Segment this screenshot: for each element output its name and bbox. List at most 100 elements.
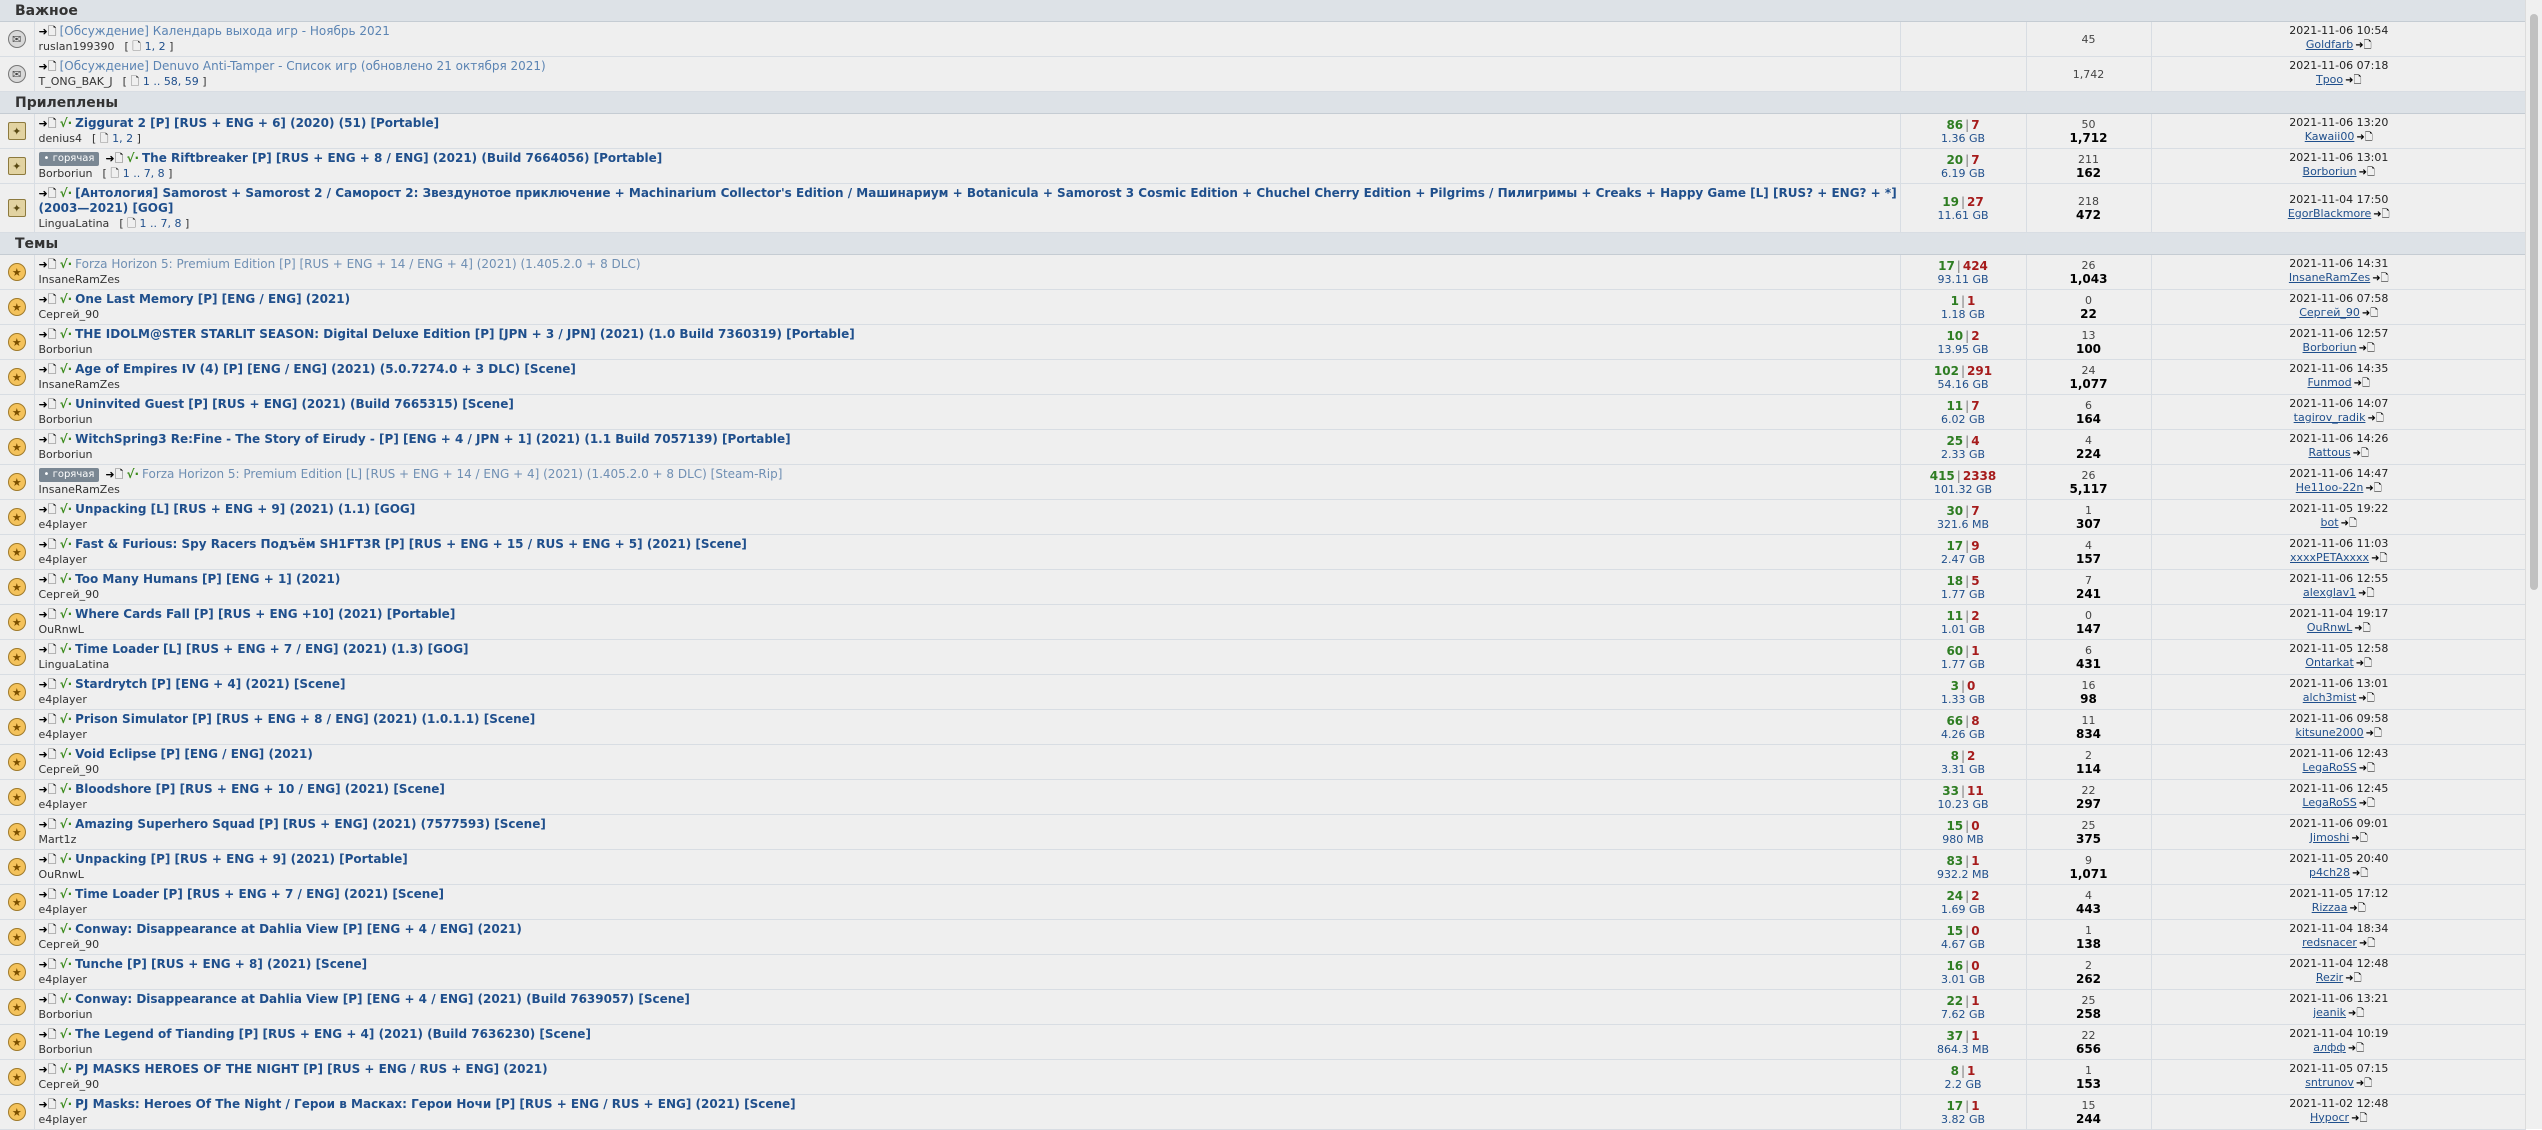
- topic-author[interactable]: InsaneRamZes: [39, 378, 120, 391]
- torrent-size[interactable]: 1.33 GB: [1901, 693, 2026, 706]
- torrent-size[interactable]: 4.26 GB: [1901, 728, 2026, 741]
- last-post-user-link[interactable]: InsaneRamZes: [2289, 271, 2370, 284]
- last-post-user-link[interactable]: Hypocr: [2310, 1111, 2349, 1124]
- last-post-user-link[interactable]: p4ch28: [2309, 866, 2350, 879]
- topic-title-link[interactable]: [Обсуждение] Denuvo Anti-Tamper - Список…: [60, 59, 546, 73]
- download-torrent-icon[interactable]: ➜🗋: [39, 573, 57, 586]
- topic-title-link[interactable]: Prison Simulator [P] [RUS + ENG + 8 / EN…: [75, 712, 535, 726]
- torrent-size[interactable]: 10.23 GB: [1901, 798, 2026, 811]
- topic-author[interactable]: Borboriun: [39, 448, 93, 461]
- torrent-size[interactable]: 3.31 GB: [1901, 763, 2026, 776]
- topic-author[interactable]: Borboriun: [39, 1008, 93, 1021]
- torrent-size[interactable]: 93.11 GB: [1901, 273, 2026, 286]
- topic-author[interactable]: e4player: [39, 728, 87, 741]
- topic-author[interactable]: Сергей_90: [39, 308, 100, 321]
- goto-last-post-icon[interactable]: ➜🗋: [2359, 938, 2375, 949]
- last-post-user-link[interactable]: Goldfarb: [2306, 38, 2353, 51]
- topic-author[interactable]: Borboriun: [39, 167, 93, 180]
- vertical-scrollbar[interactable]: [2525, 0, 2542, 1129]
- topic-pages-links[interactable]: 1 .. 7, 8: [139, 217, 181, 230]
- torrent-size[interactable]: 6.02 GB: [1901, 413, 2026, 426]
- goto-last-post-icon[interactable]: ➜🗋: [2366, 728, 2382, 739]
- download-torrent-icon[interactable]: ➜🗋: [39, 783, 57, 796]
- topic-title-link[interactable]: Tunche [P] [RUS + ENG + 8] (2021) [Scene…: [75, 957, 367, 971]
- topic-author[interactable]: Сергей_90: [39, 1078, 100, 1091]
- download-torrent-icon[interactable]: ➜🗋: [39, 678, 57, 691]
- goto-last-post-icon[interactable]: ➜🗋: [2353, 448, 2369, 459]
- topic-title-link[interactable]: WitchSpring3 Re:Fine - The Story of Eiru…: [75, 432, 791, 446]
- last-post-user-link[interactable]: Kawaii00: [2305, 130, 2355, 143]
- download-torrent-icon[interactable]: ➜🗋: [39, 853, 57, 866]
- topic-title-link[interactable]: Age of Empires IV (4) [P] [ENG / ENG] (2…: [75, 362, 576, 376]
- download-torrent-icon[interactable]: ➜🗋: [39, 25, 57, 38]
- topic-title-link[interactable]: Where Cards Fall [P] [RUS + ENG +10] (20…: [75, 607, 455, 621]
- topic-title-link[interactable]: The Riftbreaker [P] [RUS + ENG + 8 / ENG…: [142, 151, 662, 165]
- download-torrent-icon[interactable]: ➜🗋: [39, 923, 57, 936]
- download-torrent-icon[interactable]: ➜🗋: [39, 538, 57, 551]
- topic-author[interactable]: InsaneRamZes: [39, 273, 120, 286]
- last-post-user-link[interactable]: Rizzaa: [2312, 901, 2348, 914]
- topic-title-link[interactable]: THE IDOLM@STER STARLIT SEASON: Digital D…: [75, 327, 855, 341]
- torrent-size[interactable]: 2.33 GB: [1901, 448, 2026, 461]
- goto-last-post-icon[interactable]: ➜🗋: [2348, 1008, 2364, 1019]
- topic-title-link[interactable]: [Антология] Samorost + Samorost 2 / Само…: [39, 186, 1897, 215]
- download-torrent-icon[interactable]: ➜🗋: [39, 1098, 57, 1111]
- goto-last-post-icon[interactable]: ➜🗋: [2354, 378, 2370, 389]
- topic-title-link[interactable]: Time Loader [P] [RUS + ENG + 7 / ENG] (2…: [75, 887, 444, 901]
- last-post-user-link[interactable]: LegaRoSS: [2302, 796, 2356, 809]
- goto-last-post-icon[interactable]: ➜🗋: [2371, 553, 2387, 564]
- topic-title-link[interactable]: Ziggurat 2 [P] [RUS + ENG + 6] (2020) (5…: [75, 116, 439, 130]
- torrent-size[interactable]: 1.18 GB: [1901, 308, 2026, 321]
- torrent-size[interactable]: 54.16 GB: [1901, 378, 2026, 391]
- last-post-user-link[interactable]: He11oo-22n: [2296, 481, 2364, 494]
- last-post-user-link[interactable]: alexglav1: [2303, 586, 2356, 599]
- topic-author[interactable]: denius4: [39, 132, 82, 145]
- last-post-user-link[interactable]: redsnacer: [2302, 936, 2357, 949]
- goto-last-post-icon[interactable]: ➜🗋: [2365, 483, 2381, 494]
- topic-title-link[interactable]: Bloodshore [P] [RUS + ENG + 10 / ENG] (2…: [75, 782, 445, 796]
- torrent-size[interactable]: 1.36 GB: [1901, 132, 2026, 145]
- topic-author[interactable]: Mart1z: [39, 833, 77, 846]
- download-torrent-icon[interactable]: ➜🗋: [39, 608, 57, 621]
- topic-author[interactable]: Borboriun: [39, 413, 93, 426]
- goto-last-post-icon[interactable]: ➜🗋: [2352, 868, 2368, 879]
- download-torrent-icon[interactable]: ➜🗋: [39, 713, 57, 726]
- goto-last-post-icon[interactable]: ➜🗋: [2341, 518, 2357, 529]
- download-torrent-icon[interactable]: ➜🗋: [105, 468, 123, 481]
- goto-last-post-icon[interactable]: ➜🗋: [2367, 413, 2383, 424]
- goto-last-post-icon[interactable]: ➜🗋: [2358, 588, 2374, 599]
- torrent-size[interactable]: 101.32 GB: [1901, 483, 2026, 496]
- topic-author[interactable]: OuRnwL: [39, 868, 84, 881]
- topic-pages-links[interactable]: 1, 2: [112, 132, 133, 145]
- download-torrent-icon[interactable]: ➜🗋: [105, 152, 123, 165]
- download-torrent-icon[interactable]: ➜🗋: [39, 643, 57, 656]
- last-post-user-link[interactable]: Borboriun: [2303, 165, 2357, 178]
- topic-title-link[interactable]: Unpacking [L] [RUS + ENG + 9] (2021) (1.…: [75, 502, 415, 516]
- topic-author[interactable]: e4player: [39, 553, 87, 566]
- goto-last-post-icon[interactable]: ➜🗋: [2356, 132, 2372, 143]
- last-post-user-link[interactable]: Funmod: [2308, 376, 2352, 389]
- last-post-user-link[interactable]: OuRnwL: [2307, 621, 2352, 634]
- torrent-size[interactable]: 1.01 GB: [1901, 623, 2026, 636]
- download-torrent-icon[interactable]: ➜🗋: [39, 993, 57, 1006]
- download-torrent-icon[interactable]: ➜🗋: [39, 328, 57, 341]
- download-torrent-icon[interactable]: ➜🗋: [39, 293, 57, 306]
- last-post-user-link[interactable]: LegaRoSS: [2302, 761, 2356, 774]
- goto-last-post-icon[interactable]: ➜🗋: [2355, 40, 2371, 51]
- goto-last-post-icon[interactable]: ➜🗋: [2359, 798, 2375, 809]
- download-torrent-icon[interactable]: ➜🗋: [39, 1063, 57, 1076]
- goto-last-post-icon[interactable]: ➜🗋: [2354, 623, 2370, 634]
- goto-last-post-icon[interactable]: ➜🗋: [2345, 973, 2361, 984]
- topic-title-link[interactable]: Stardrytch [P] [ENG + 4] (2021) [Scene]: [75, 677, 345, 691]
- last-post-user-link[interactable]: Rezir: [2316, 971, 2343, 984]
- topic-author[interactable]: Сергей_90: [39, 938, 100, 951]
- torrent-size[interactable]: 2.47 GB: [1901, 553, 2026, 566]
- topic-title-link[interactable]: Conway: Disappearance at Dahlia View [P]…: [75, 922, 522, 936]
- topic-title-link[interactable]: PJ Masks: Heroes Of The Night / Герои в …: [75, 1097, 796, 1111]
- goto-last-post-icon[interactable]: ➜🗋: [2348, 1043, 2364, 1054]
- download-torrent-icon[interactable]: ➜🗋: [39, 258, 57, 271]
- topic-author[interactable]: Borboriun: [39, 343, 93, 356]
- last-post-user-link[interactable]: Rattous: [2308, 446, 2350, 459]
- download-torrent-icon[interactable]: ➜🗋: [39, 748, 57, 761]
- torrent-size[interactable]: 1.77 GB: [1901, 658, 2026, 671]
